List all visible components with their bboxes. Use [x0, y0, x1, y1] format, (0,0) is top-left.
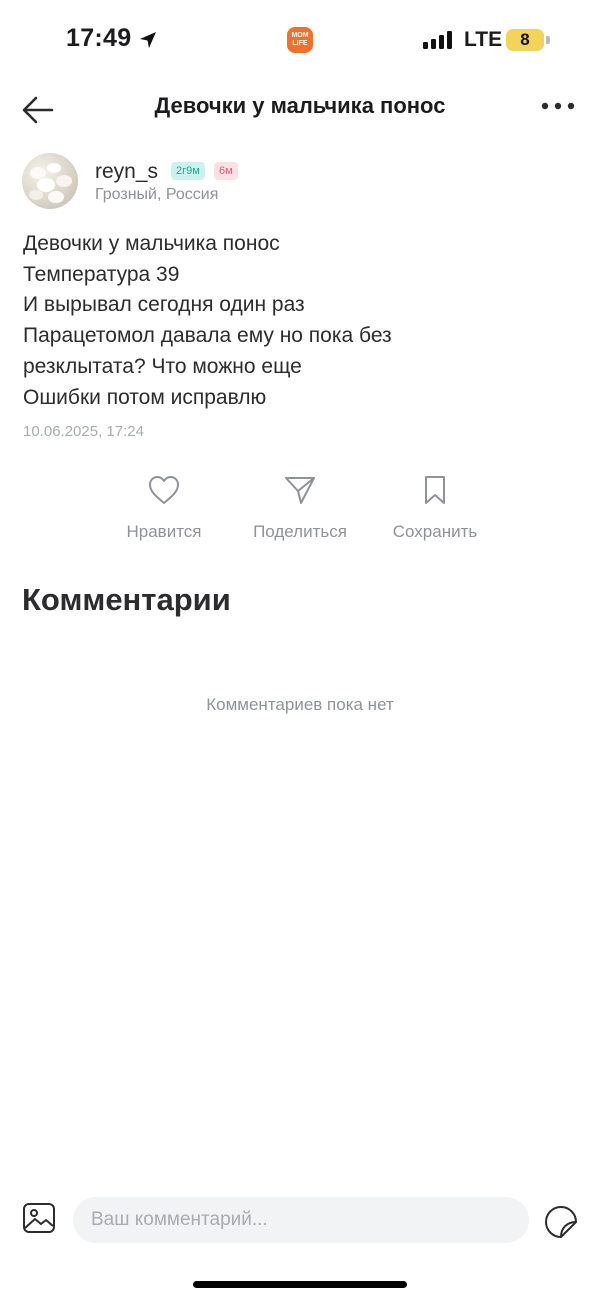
comment-input[interactable]	[73, 1197, 529, 1243]
author-location: Грозный, Россия	[95, 186, 219, 203]
battery-indicator: 8	[506, 29, 544, 51]
network-type: LTE	[464, 28, 503, 51]
child-age-badge: 2г9м	[171, 162, 205, 180]
bookmark-icon	[425, 476, 445, 504]
arrow-left-icon[interactable]	[20, 92, 56, 128]
home-indicator	[193, 1281, 407, 1288]
heart-icon	[149, 476, 179, 504]
cellular-signal-icon	[423, 31, 452, 49]
comments-title: Комментарии	[22, 582, 231, 617]
author-username[interactable]: reyn_s	[95, 160, 158, 184]
share-button[interactable]: Поделиться	[235, 474, 365, 542]
save-label: Сохранить	[392, 522, 478, 541]
post-line: резклытата? Что можно еще	[23, 354, 302, 378]
post-date: 10.06.2025, 17:24	[23, 423, 144, 440]
avatar-image	[29, 163, 72, 203]
post-line: Температура 39	[23, 262, 180, 286]
empty-comments-message: Комментариев пока нет	[206, 695, 394, 714]
like-button[interactable]: Нравится	[99, 474, 229, 542]
post-text: Девочки у мальчика понос Температура 39 …	[23, 229, 563, 413]
like-label: Нравится	[126, 522, 202, 541]
paper-plane-icon	[285, 477, 315, 504]
battery-tip	[546, 36, 550, 44]
post-line: И вырывал сегодня один раз	[23, 293, 305, 317]
save-button[interactable]: Сохранить	[370, 474, 500, 542]
post-line: Девочки у мальчика понос	[23, 232, 280, 255]
post-line: Ошибки потом исправлю	[23, 385, 267, 409]
page-title: Девочки у мальчика понос	[154, 93, 446, 118]
post-line: Парацетомол давала ему но пока без	[23, 324, 392, 348]
sticker-icon[interactable]	[543, 1204, 579, 1240]
image-icon[interactable]	[22, 1202, 56, 1234]
app-badge-icon: MOM LIFE	[287, 27, 313, 53]
location-arrow-icon	[140, 32, 156, 48]
avatar[interactable]	[22, 153, 78, 209]
status-time: 17:49	[66, 24, 132, 52]
share-label: Поделиться	[253, 522, 347, 541]
child-age-badge: 6м	[214, 162, 238, 180]
more-dots-icon[interactable]	[540, 96, 576, 116]
